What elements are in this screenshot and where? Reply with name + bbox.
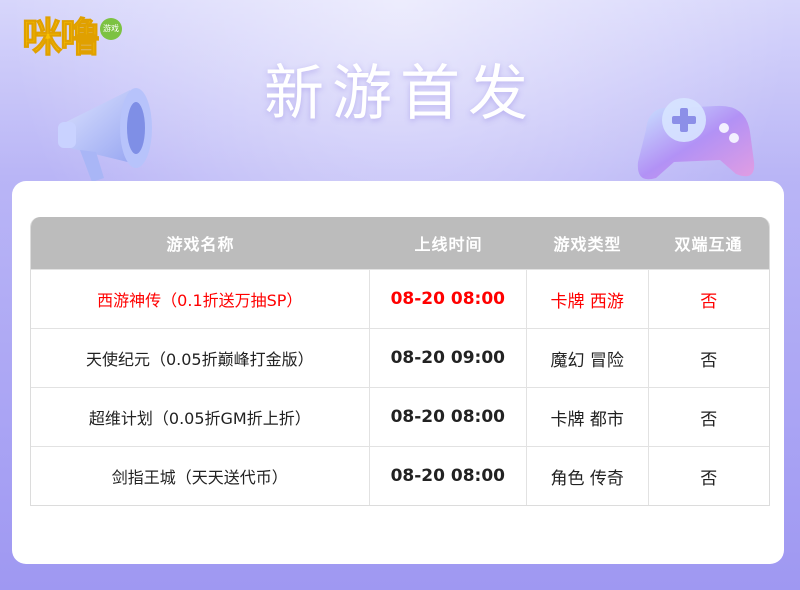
header-game-type: 游戏类型 [553,235,622,254]
launch-time-cell: 08-20 08:00 [368,388,526,446]
page-title: 新游首发 [264,59,536,129]
game-type-cell: 角色 传奇 [525,447,648,505]
table-header: 游戏名称 上线时间 游戏类型 双端互通 [31,217,769,269]
game-name-cell[interactable]: 剑指王城（天天送代币） [31,447,369,505]
cross-platform-cell: 否 [647,329,770,387]
launch-time-cell: 08-20 08:00 [368,270,526,328]
table-row[interactable]: 西游神传（0.1折送万抽SP） 08-20 08:00 卡牌 西游 否 [31,269,769,328]
table-row[interactable]: 剑指王城（天天送代币） 08-20 08:00 角色 传奇 否 [31,446,769,505]
header-cross-platform: 双端互通 [674,235,743,254]
table-row[interactable]: 天使纪元（0.05折巅峰打金版） 08-20 09:00 魔幻 冒险 否 [31,328,769,387]
game-table: 游戏名称 上线时间 游戏类型 双端互通 西游神传（0.1折送万抽SP） 08-2… [30,217,770,506]
launch-time-cell: 08-20 09:00 [368,329,526,387]
game-name-cell[interactable]: 超维计划（0.05折GM折上折） [31,388,369,446]
table-row[interactable]: 超维计划（0.05折GM折上折） 08-20 08:00 卡牌 都市 否 [31,387,769,446]
game-type-cell: 魔幻 冒险 [525,329,648,387]
logo-badge: 游戏 [100,18,122,40]
game-type-cell: 卡牌 都市 [525,388,648,446]
launch-time-cell: 08-20 08:00 [368,447,526,505]
cross-platform-cell: 否 [647,447,770,505]
game-name-cell[interactable]: 西游神传（0.1折送万抽SP） [31,270,369,328]
header-game-name: 游戏名称 [166,235,235,254]
game-type-cell: 卡牌 西游 [525,270,648,328]
game-name-cell[interactable]: 天使纪元（0.05折巅峰打金版） [31,329,369,387]
header-launch-time: 上线时间 [414,235,483,254]
cross-platform-cell: 否 [647,270,770,328]
game-list-card: 游戏名称 上线时间 游戏类型 双端互通 西游神传（0.1折送万抽SP） 08-2… [12,181,784,564]
cross-platform-cell: 否 [647,388,770,446]
